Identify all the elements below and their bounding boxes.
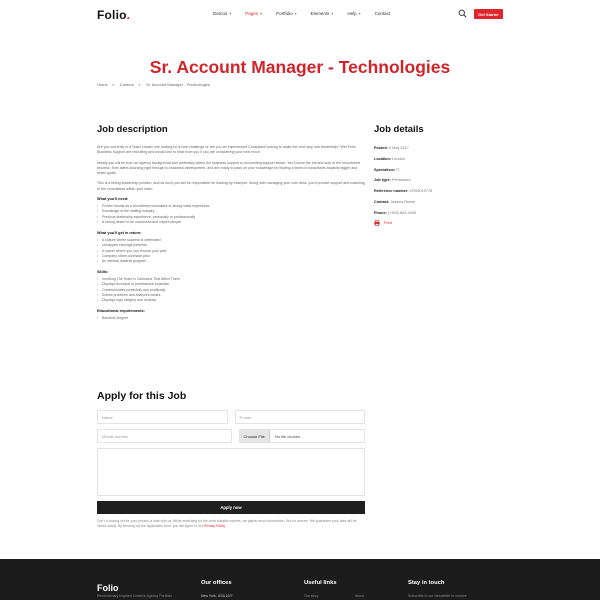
education-list: Bachelor Degree — [97, 316, 365, 322]
breadcrumb-current: Sr. Account Manager - Technologies — [145, 82, 210, 87]
footer-link[interactable]: About — [355, 594, 364, 598]
job-details: Job details Posted: 5 May 2017 Location:… — [374, 124, 502, 226]
job-paragraph: Ideally you will be from an agency backg… — [97, 160, 361, 176]
detail-row: Job type: Permanent — [374, 178, 411, 183]
detail-row: Location: London — [374, 156, 405, 161]
footer-logo[interactable]: Folio — [97, 583, 119, 593]
main-menu: Demos ▾ Pages ▾ Portfolio ▾ Elements ▾ Help ▾… — [213, 11, 404, 16]
menu-item-contact[interactable]: Contact — [375, 11, 391, 16]
footer-heading-stay: Stay in touch — [408, 580, 445, 586]
job-details-heading: Job details — [374, 124, 424, 135]
menu-item-portfolio[interactable]: Portfolio ▾ — [276, 11, 297, 16]
search-icon[interactable] — [458, 9, 467, 18]
skills-list: Involving The Team In Decisions That Aff… — [97, 277, 365, 304]
list-item: Bachelor Degree — [97, 316, 365, 322]
breadcrumb-separator-icon: ▸ — [138, 82, 141, 87]
chevron-down-icon: ▾ — [331, 11, 334, 16]
chevron-down-icon: ▾ — [229, 11, 232, 16]
footer-office-line: New York, USA 10/7 — [201, 594, 233, 598]
detail-row: Reference number: CR00019778 — [374, 189, 433, 194]
printer-icon — [374, 219, 380, 226]
chevron-down-icon: ▾ — [294, 11, 297, 16]
needs-list: Proven results as a recruitment consulta… — [97, 204, 365, 226]
footer-tagline: Revolutionary Inspired Creative Agency P… — [97, 594, 173, 598]
list-item: Displays high integrity and honesty — [97, 298, 365, 304]
site-logo[interactable]: Folio. — [97, 8, 130, 22]
menu-item-demos[interactable]: Demos ▾ — [213, 11, 231, 16]
detail-row: Specialism: IT — [374, 167, 400, 172]
breadcrumb-separator-icon: ▸ — [112, 82, 115, 87]
list-item: An internal rewards program — [97, 259, 365, 265]
footer-heading-links: Useful links — [304, 580, 337, 586]
chevron-down-icon: ▾ — [260, 11, 263, 16]
menu-item-help[interactable]: Help ▾ — [347, 11, 360, 16]
menu-item-elements[interactable]: Elements ▾ — [311, 11, 334, 16]
footer-heading-offices: Our offices — [201, 580, 232, 586]
apply-heading: Apply for this Job — [97, 390, 187, 402]
file-status: No file chosen — [274, 433, 301, 439]
privacy-policy-link[interactable]: Privacy Policy — [204, 524, 225, 528]
privacy-note: Don't a closing not for your privacy is … — [97, 519, 357, 528]
email-field[interactable]: E-mail — [234, 410, 365, 424]
breadcrumb: Home ▸ Careers ▸ Sr. Account Manager - T… — [97, 82, 210, 87]
apply-now-button[interactable]: Apply now — [97, 501, 365, 514]
breadcrumb-home[interactable]: Home — [97, 82, 108, 87]
section-title: What you'll need: — [97, 197, 129, 202]
detail-row: Posted: 5 May 2017 — [374, 146, 409, 150]
footer — [0, 559, 600, 600]
apply-form: Apply for this Job Name E-mail Mobile nu… — [97, 390, 365, 529]
job-paragraph: Are you currently in a Team Leader role … — [97, 145, 356, 155]
job-description-heading: Job description — [97, 124, 168, 135]
menu-item-pages[interactable]: Pages ▾ — [245, 11, 262, 16]
top-navbar: Folio. Demos ▾ Pages ▾ Portfolio ▾ Elements… — [0, 0, 600, 28]
footer-link[interactable]: Our story — [304, 594, 318, 598]
print-link[interactable]: Print — [374, 219, 502, 226]
returns-list: A culture where success is celebrated Un… — [97, 238, 365, 265]
job-description: Job description Are you currently in a T… — [97, 124, 365, 325]
name-field[interactable]: Name — [97, 410, 228, 424]
chevron-down-icon: ▾ — [358, 11, 361, 16]
file-upload[interactable]: Choose File No file chosen — [238, 429, 365, 443]
breadcrumb-careers[interactable]: Careers — [120, 82, 134, 87]
section-title: What you'll get in return: — [97, 230, 142, 235]
detail-row: Contact: Jessica Reese — [374, 199, 416, 204]
mobile-number-field[interactable]: Mobile number — [97, 429, 232, 443]
list-item: A strong desire to be successful and ins… — [97, 220, 365, 226]
get-starter-button[interactable]: Get Starter — [474, 9, 503, 19]
section-title: Educational requirements: — [97, 308, 145, 313]
job-paragraph: This is a billing leadership position, a… — [97, 181, 365, 191]
page-title: Sr. Account Manager - Technologies — [149, 57, 451, 77]
choose-file-button[interactable]: Choose File — [239, 430, 270, 442]
detail-row: Phone: (+355) 804-4006 — [374, 210, 417, 215]
message-textarea[interactable] — [97, 448, 365, 496]
section-title: Skills: — [97, 269, 109, 274]
footer-newsletter-text: Subscribe to our newsletter to receive — [408, 594, 467, 598]
